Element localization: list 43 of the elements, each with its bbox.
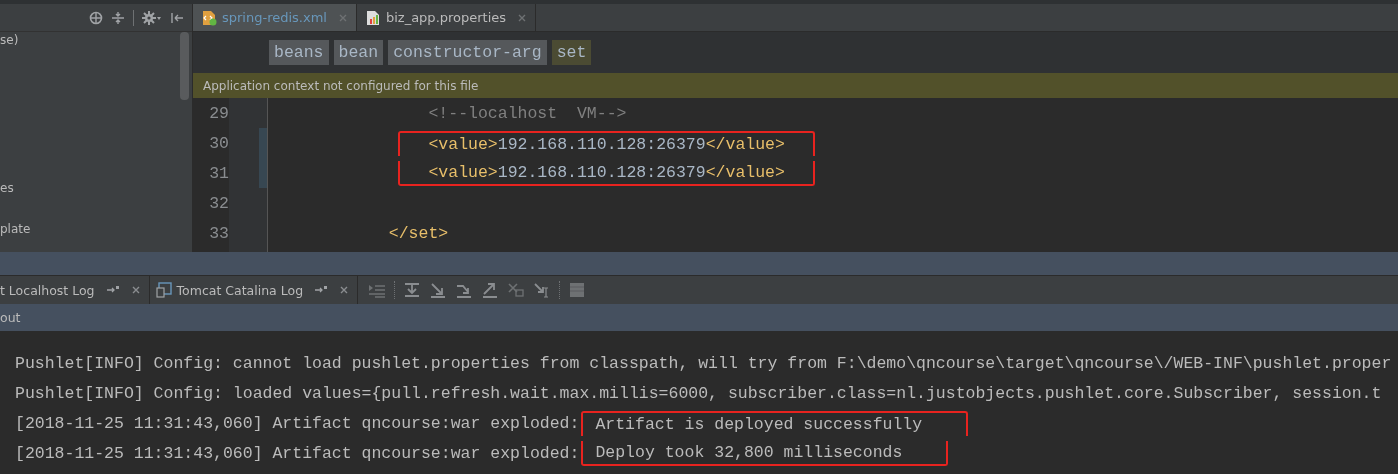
- window-icon: [155, 282, 172, 298]
- tree-item[interactable]: se): [0, 33, 19, 47]
- arrow-down-right-icon[interactable]: [455, 282, 474, 298]
- log-text: Pushlet[INFO] Config: cannot load pushlet.properties from classpath, will try from F:\demo\qncourse\target\qncourse\/WEB-INF\pushlet.proper: [15, 353, 1392, 373]
- bar-chart-file-icon: [364, 9, 381, 26]
- section-label: out: [0, 310, 21, 325]
- xml-file-icon: [201, 9, 217, 26]
- log-text: [2018-11-25 11:31:43,060] Artifact qncourse:war exploded:: [15, 443, 580, 463]
- editor-tab[interactable]: biz_app.properties: [356, 4, 537, 31]
- table-icon[interactable]: [568, 282, 587, 298]
- scroll-to-end-icon[interactable]: [403, 282, 422, 298]
- line-number: 29: [208, 103, 229, 123]
- line-number: 33: [208, 223, 229, 243]
- tree-item[interactable]: plate: [0, 222, 31, 236]
- arrow-up-right-icon[interactable]: [481, 282, 500, 298]
- breadcrumb[interactable]: bean: [333, 40, 384, 65]
- close-icon[interactable]: [339, 285, 350, 295]
- log-text: Pushlet[INFO] Config: loaded values={pull.refresh.wait.max.millis=6000, subscriber.class=nl.justobjects.pushlet.core.Subscriber, session.t: [15, 383, 1382, 403]
- breadcrumb[interactable]: set: [551, 40, 592, 65]
- line-number: 31: [208, 163, 229, 183]
- close-icon[interactable]: [517, 12, 528, 23]
- log-message: Artifact is deployed successfully: [581, 410, 969, 436]
- close-icon[interactable]: [130, 285, 141, 295]
- line-number: 32: [208, 193, 229, 213]
- settings-icon[interactable]: [142, 10, 162, 25]
- breadcrumb[interactable]: beans: [269, 40, 329, 65]
- clear-icon[interactable]: [507, 282, 526, 298]
- scrollbar[interactable]: [180, 32, 189, 100]
- collapse-icon[interactable]: [111, 10, 125, 25]
- tree-item[interactable]: es: [0, 181, 14, 195]
- wrap-icon[interactable]: [368, 282, 387, 298]
- log-text: [2018-11-25 11:31:43,060] Artifact qncourse:war exploded:: [15, 413, 580, 433]
- log-message: Deploy took 32,800 milliseconds: [581, 440, 949, 466]
- pin-icon[interactable]: [314, 285, 329, 295]
- line-number: 30: [208, 133, 229, 153]
- locate-icon[interactable]: [89, 10, 103, 25]
- pin-icon[interactable]: [105, 285, 120, 295]
- code-line: <!--localhost VM-->: [427, 103, 627, 123]
- arrow-down-right-icon[interactable]: [429, 282, 448, 298]
- breadcrumb[interactable]: constructor-arg: [388, 40, 547, 65]
- hide-panel-icon[interactable]: [170, 10, 184, 25]
- code-line: </set>: [387, 223, 449, 243]
- banner-text: Application context not configured for this file: [203, 78, 479, 93]
